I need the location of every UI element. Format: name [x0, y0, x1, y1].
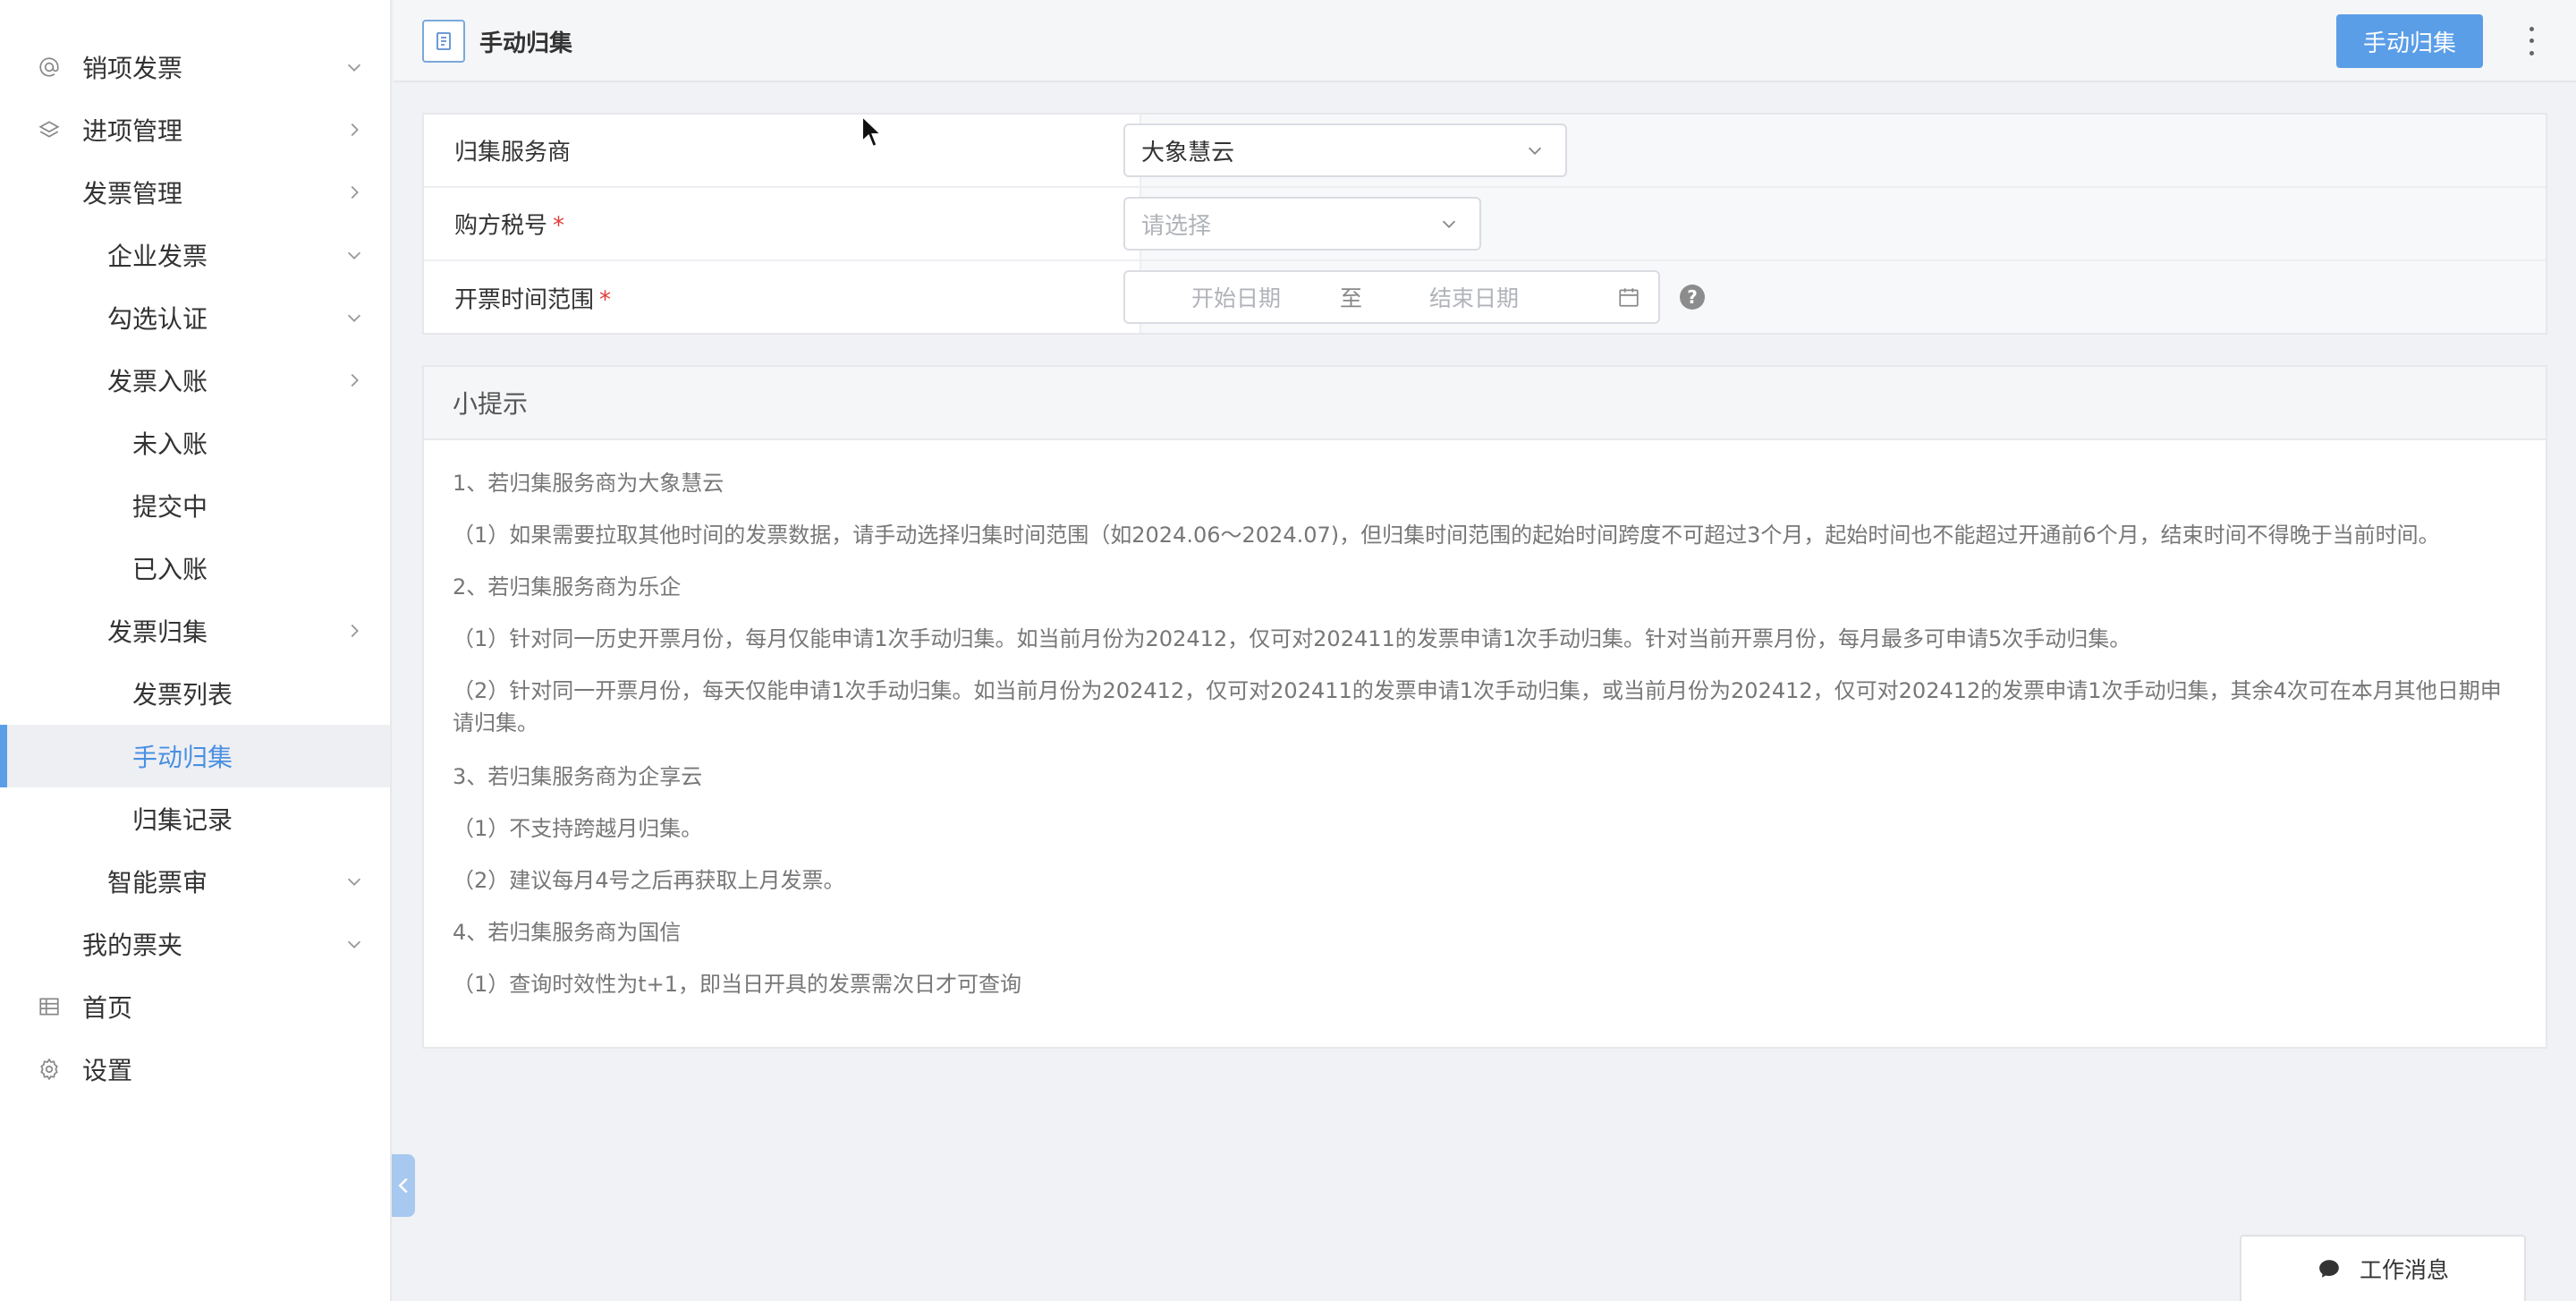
- chevron-left-icon: [398, 1178, 408, 1194]
- chevron-down-icon: [1524, 140, 1546, 161]
- sidebar-item-submitting[interactable]: 提交中: [0, 474, 390, 537]
- collection-form: 归集服务商 大象慧云 购方税号 * 请选择 开票时间范围 * 开始日期 至 结束日期: [422, 113, 2547, 335]
- chevron-right-icon: [342, 117, 367, 142]
- chevron-down-icon: [342, 242, 367, 268]
- provider-select[interactable]: 大象慧云: [1123, 123, 1567, 177]
- sidebar-item-invoice-posting[interactable]: 发票入账: [0, 349, 390, 412]
- form-row-buyer-tax: 购方税号 * 请选择: [424, 188, 2546, 261]
- sidebar-item-my-wallet[interactable]: 我的票夹: [0, 913, 390, 975]
- tip-line: （2）针对同一开票月份，每天仅能申请1次手动归集。如当前月份为202412，仅可…: [453, 678, 2502, 736]
- sidebar-item-label: 设置: [82, 1056, 133, 1085]
- sidebar-item-label: 我的票夹: [82, 931, 183, 960]
- sidebar-item-settings[interactable]: 设置: [0, 1038, 390, 1101]
- chevron-right-icon: [342, 368, 367, 393]
- sidebar-item-label: 发票列表: [132, 680, 233, 710]
- sidebar-item-label: 智能票审: [107, 868, 208, 897]
- sidebar: 销项发票 进项管理 发票管理 企业发票 勾选认证 发票入账 未入账 提交中 已入…: [0, 0, 392, 1301]
- mouse-cursor-icon: [861, 115, 884, 149]
- sidebar-item-label: 发票管理: [82, 179, 183, 208]
- form-row-date-range: 开票时间范围 * 开始日期 至 结束日期 ?: [424, 261, 2546, 335]
- tip-line: 3、若归集服务商为企享云: [453, 764, 703, 789]
- sidebar-item-label: 归集记录: [132, 805, 233, 835]
- form-row-provider: 归集服务商 大象慧云: [424, 115, 2546, 188]
- tips-title: 小提示: [424, 367, 2546, 440]
- sidebar-item-collection-records[interactable]: 归集记录: [0, 787, 390, 850]
- manual-collect-button[interactable]: 手动归集: [2336, 14, 2483, 68]
- chevron-right-icon: [342, 618, 367, 643]
- form-value-cell: 请选择: [1123, 188, 2546, 259]
- page-header: 手动归集 手动归集: [394, 0, 2576, 82]
- table-icon: [36, 993, 63, 1020]
- tip-line: 2、若归集服务商为乐企: [453, 574, 682, 599]
- chevron-down-icon: [342, 305, 367, 330]
- sidebar-item-not-posted[interactable]: 未入账: [0, 412, 390, 474]
- buyer-tax-select[interactable]: 请选择: [1123, 197, 1481, 251]
- chevron-down-icon: [1438, 213, 1460, 234]
- tip-line: 1、若归集服务商为大象慧云: [453, 471, 724, 496]
- sidebar-item-label: 发票入账: [107, 367, 208, 396]
- sidebar-item-label: 勾选认证: [107, 304, 208, 334]
- chevron-down-icon: [342, 55, 367, 80]
- sidebar-item-manual-collection[interactable]: 手动归集: [0, 725, 390, 787]
- end-date-input[interactable]: 结束日期: [1429, 281, 1519, 313]
- chat-bubble-icon: [2317, 1256, 2342, 1281]
- form-value-cell: 开始日期 至 结束日期 ?: [1123, 261, 2546, 333]
- sidebar-item-input-management[interactable]: 进项管理: [0, 98, 390, 161]
- sidebar-item-label: 未入账: [132, 429, 208, 459]
- date-range-picker[interactable]: 开始日期 至 结束日期: [1123, 270, 1660, 324]
- sidebar-item-label: 首页: [82, 993, 133, 1023]
- sidebar-item-smart-review[interactable]: 智能票审: [0, 850, 390, 913]
- sidebar-item-label: 提交中: [132, 492, 208, 522]
- sidebar-item-label: 企业发票: [107, 242, 208, 271]
- tip-line: （2）建议每月4号之后再获取上月发票。: [453, 868, 845, 893]
- sidebar-item-check-certify[interactable]: 勾选认证: [0, 286, 390, 349]
- date-range-label-text: 开票时间范围: [454, 286, 595, 314]
- sidebar-item-home[interactable]: 首页: [0, 975, 390, 1038]
- at-icon: [36, 54, 63, 81]
- buyer-tax-placeholder: 请选择: [1141, 212, 1212, 240]
- sidebar-item-label: 销项发票: [82, 54, 183, 83]
- sidebar-item-label: 进项管理: [82, 116, 183, 146]
- page-title: 手动归集: [479, 30, 573, 57]
- provider-value: 大象慧云: [1141, 139, 1235, 166]
- start-date-input[interactable]: 开始日期: [1191, 281, 1281, 313]
- layers-icon: [36, 116, 63, 143]
- sidebar-item-sales-invoice[interactable]: 销项发票: [0, 36, 390, 98]
- chevron-down-icon: [342, 931, 367, 957]
- work-message-button[interactable]: 工作消息: [2240, 1235, 2526, 1301]
- sidebar-item-invoice-collection[interactable]: 发票归集: [0, 599, 390, 662]
- chevron-down-icon: [342, 869, 367, 894]
- date-range-label: 开票时间范围 *: [454, 282, 611, 315]
- sidebar-collapse-handle[interactable]: [392, 1154, 415, 1217]
- form-value-cell: 大象慧云: [1123, 115, 2546, 186]
- sidebar-item-invoice-list[interactable]: 发票列表: [0, 662, 390, 725]
- tip-line: （1）不支持跨越月归集。: [453, 816, 703, 841]
- required-mark: *: [553, 212, 565, 240]
- more-vertical-icon[interactable]: [2522, 23, 2540, 59]
- tip-line: （1）针对同一历史开票月份，每月仅能申请1次手动归集。如当前月份为202412，…: [453, 626, 2131, 651]
- sidebar-item-label: 发票归集: [107, 617, 208, 647]
- help-icon[interactable]: ?: [1680, 285, 1705, 310]
- tip-line: （1）如果需要拉取其他时间的发票数据，请手动选择归集时间范围（如2024.06～…: [453, 523, 2440, 548]
- sidebar-item-enterprise-invoice[interactable]: 企业发票: [0, 224, 390, 286]
- work-message-label: 工作消息: [2359, 1257, 2449, 1283]
- calendar-icon[interactable]: [1615, 284, 1642, 310]
- tip-line: （1）查询时效性为t+1，即当日开具的发票需次日才可查询: [453, 972, 1022, 997]
- tip-line: 4、若归集服务商为国信: [453, 920, 682, 945]
- required-mark: *: [599, 286, 612, 314]
- buyer-tax-label-text: 购方税号: [454, 212, 548, 240]
- chevron-right-icon: [342, 180, 367, 205]
- sidebar-item-posted[interactable]: 已入账: [0, 537, 390, 599]
- sidebar-item-invoice-management[interactable]: 发票管理: [0, 161, 390, 224]
- date-separator: 至: [1340, 285, 1363, 311]
- document-icon: [422, 20, 465, 63]
- provider-label: 归集服务商: [454, 139, 572, 166]
- gear-icon: [36, 1056, 63, 1083]
- buyer-tax-label: 购方税号 *: [454, 208, 564, 241]
- sidebar-item-label: 已入账: [132, 555, 208, 584]
- sidebar-item-label: 手动归集: [132, 743, 233, 772]
- tips-panel: 小提示 1、若归集服务商为大象慧云 （1）如果需要拉取其他时间的发票数据，请手动…: [422, 365, 2547, 1049]
